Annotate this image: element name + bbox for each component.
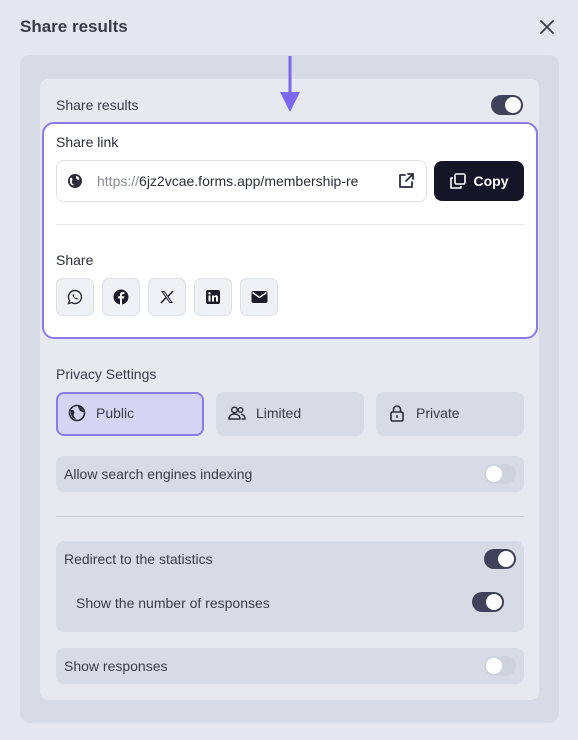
redirect-statistics-label: Redirect to the statistics	[64, 551, 213, 567]
globe-icon	[68, 404, 86, 422]
section-divider	[56, 516, 524, 517]
dialog-header: Share results	[0, 0, 578, 54]
lock-icon	[390, 405, 404, 422]
share-card: Share link https://6jz2vcae.forms.app/me…	[42, 122, 538, 339]
share-whatsapp-button[interactable]	[56, 278, 94, 316]
search-indexing-label: Allow search engines indexing	[64, 466, 253, 482]
show-responses-toggle[interactable]	[484, 656, 516, 676]
show-responses-row: Show responses	[56, 648, 524, 684]
external-link-icon[interactable]	[397, 172, 415, 190]
copy-button[interactable]: Copy	[434, 161, 524, 201]
show-response-count-toggle[interactable]	[472, 592, 504, 612]
copy-button-label: Copy	[473, 173, 509, 189]
share-label: Share	[56, 252, 94, 268]
show-response-count-label: Show the number of responses	[76, 595, 270, 611]
privacy-option-private-label: Private	[416, 405, 460, 421]
whatsapp-icon	[67, 289, 83, 305]
share-results-toggle[interactable]	[491, 95, 523, 115]
arrow-down-icon	[280, 56, 300, 112]
share-link-url-rest: 6jz2vcae.forms.app/membership-re	[139, 173, 359, 189]
show-responses-label: Show responses	[64, 658, 168, 674]
globe-icon	[68, 174, 82, 188]
linkedin-icon	[206, 290, 220, 304]
share-link-label: Share link	[56, 134, 119, 150]
share-link-url: https://6jz2vcae.forms.app/membership-re	[97, 173, 387, 189]
share-link-url-prefix: https://	[97, 173, 140, 189]
share-results-label: Share results	[56, 97, 139, 113]
dialog-title: Share results	[20, 17, 128, 36]
close-icon	[540, 20, 554, 34]
copy-icon	[449, 173, 466, 189]
share-facebook-button[interactable]	[102, 278, 140, 316]
facebook-icon	[113, 289, 129, 305]
share-x-button[interactable]	[148, 278, 186, 316]
share-email-button[interactable]	[240, 278, 278, 316]
privacy-option-private[interactable]: Private	[376, 392, 524, 436]
privacy-option-public-label: Public	[96, 405, 135, 421]
close-button[interactable]	[536, 16, 558, 38]
privacy-settings-label: Privacy Settings	[56, 366, 157, 382]
privacy-option-limited-label: Limited	[256, 405, 302, 421]
search-indexing-row: Allow search engines indexing	[56, 456, 524, 492]
share-link-field[interactable]: https://6jz2vcae.forms.app/membership-re	[56, 160, 427, 202]
users-icon	[228, 406, 246, 420]
privacy-option-public[interactable]: Public	[56, 392, 204, 436]
search-indexing-toggle[interactable]	[484, 464, 516, 484]
privacy-option-limited[interactable]: Limited	[216, 392, 364, 436]
redirect-statistics-toggle[interactable]	[484, 549, 516, 569]
email-icon	[251, 291, 267, 303]
redirect-statistics-group: Redirect to the statistics Show the numb…	[56, 541, 524, 632]
share-linkedin-button[interactable]	[194, 278, 232, 316]
card-divider	[56, 224, 524, 225]
x-icon	[160, 290, 174, 304]
